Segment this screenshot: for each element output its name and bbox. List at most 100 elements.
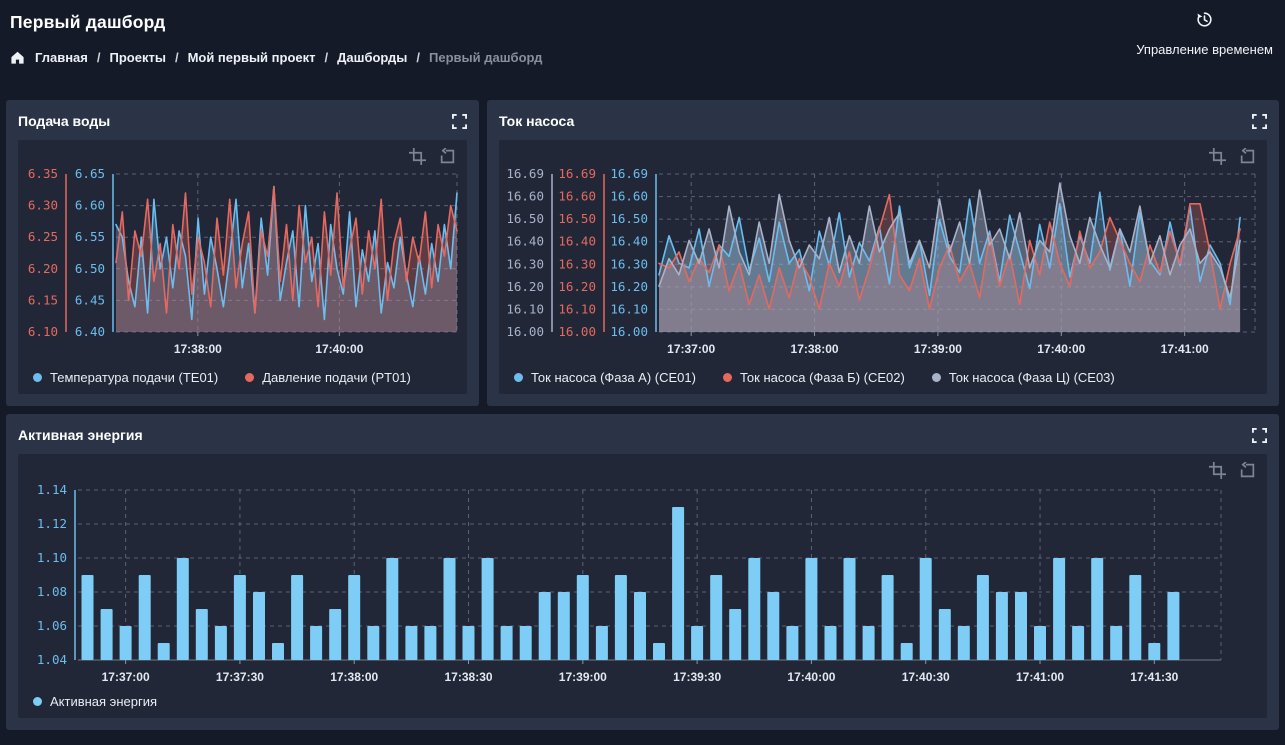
svg-text:17:40:00: 17:40:00 [315,342,363,356]
zoom-reset-icon[interactable] [1239,462,1256,479]
breadcrumb-separator: / [325,50,329,65]
svg-text:16.10: 16.10 [610,301,648,316]
panel-header: Подача воды [6,100,479,140]
panel-water-supply: Подача воды 17:38:0017:40:006.356.306.25… [6,100,479,406]
breadcrumb: Главная / Проекты / Мой первый проект / … [10,50,1275,65]
svg-text:16.50: 16.50 [558,211,596,226]
chart-toolbox [1209,462,1256,479]
legend-item[interactable]: Ток насоса (Фаза А) (CE01) [514,370,696,385]
panels-row-2: Активная энергия 17:37:0017:37:3017:38:0… [6,414,1279,730]
svg-text:16.30: 16.30 [558,256,596,271]
breadcrumb-item-home[interactable]: Главная [35,50,88,65]
svg-text:16.69: 16.69 [558,166,596,181]
svg-text:1.14: 1.14 [37,482,67,497]
legend-label: Температура подачи (TE01) [50,370,218,385]
panel-active-energy: Активная энергия 17:37:0017:37:3017:38:0… [6,414,1279,730]
line-chart-water[interactable]: 17:38:0017:40:006.356.306.256.206.156.10… [18,166,467,367]
legend-item[interactable]: Ток насоса (Фаза Б) (CE02) [723,370,905,385]
svg-text:6.50: 6.50 [75,261,105,276]
breadcrumb-item-dashboards[interactable]: Дашборды [337,50,407,65]
fullscreen-icon[interactable] [1252,428,1267,443]
legend-label: Ток насоса (Фаза Ц) (CE03) [949,370,1115,385]
svg-text:17:41:00: 17:41:00 [1016,670,1064,684]
svg-text:16.00: 16.00 [506,324,544,339]
chart-toolbox [1209,148,1256,165]
svg-text:16.69: 16.69 [506,166,544,181]
breadcrumb-separator: / [175,50,179,65]
zoom-reset-icon[interactable] [1239,148,1256,165]
svg-text:1.04: 1.04 [37,652,67,667]
legend-item[interactable]: Ток насоса (Фаза Ц) (CE03) [932,370,1115,385]
zoom-select-icon[interactable] [409,148,426,165]
breadcrumb-item-project[interactable]: Мой первый проект [188,50,316,65]
fullscreen-icon[interactable] [1252,114,1267,129]
breadcrumb-item-projects[interactable]: Проекты [110,50,166,65]
svg-text:16.30: 16.30 [506,256,544,271]
svg-text:6.55: 6.55 [75,229,105,244]
svg-text:16.69: 16.69 [610,166,648,181]
legend-dot-icon [33,697,42,706]
panel-title: Активная энергия [18,427,143,443]
fullscreen-icon[interactable] [452,114,467,129]
legend-label: Ток насоса (Фаза А) (CE01) [531,370,696,385]
legend-dot-icon [33,373,42,382]
svg-text:6.40: 6.40 [75,324,105,339]
svg-text:1.12: 1.12 [37,516,67,531]
legend-item[interactable]: Давление подачи (PT01) [245,370,411,385]
svg-text:17:39:00: 17:39:00 [559,670,607,684]
panel-header: Активная энергия [6,414,1279,454]
chart-legend: Активная энергия [33,694,157,709]
svg-text:16.30: 16.30 [610,256,648,271]
line-chart-pump[interactable]: 17:37:0017:38:0017:39:0017:40:0017:41:00… [499,166,1267,367]
svg-text:1.08: 1.08 [37,584,67,599]
svg-text:17:41:30: 17:41:30 [1130,670,1178,684]
svg-text:6.25: 6.25 [28,229,58,244]
svg-text:6.15: 6.15 [28,292,58,307]
legend-label: Давление подачи (PT01) [262,370,411,385]
chart-legend: Ток насоса (Фаза А) (CE01) Ток насоса (Фа… [514,370,1115,385]
svg-text:17:37:00: 17:37:00 [667,342,715,356]
legend-item[interactable]: Температура подачи (TE01) [33,370,218,385]
chart-legend: Температура подачи (TE01) Давление подачи… [33,370,411,385]
time-management-label: Управление временем [1136,42,1273,57]
bar-chart-energy[interactable]: 17:37:0017:37:3017:38:0017:38:3017:39:00… [18,480,1267,695]
legend-label: Ток насоса (Фаза Б) (CE02) [740,370,905,385]
svg-text:17:40:00: 17:40:00 [1037,342,1085,356]
svg-text:17:37:30: 17:37:30 [216,670,264,684]
legend-item[interactable]: Активная энергия [33,694,157,709]
svg-text:17:40:30: 17:40:30 [902,670,950,684]
panel-pump-current: Ток насоса 17:37:0017:38:0017:39:0017:40… [487,100,1279,406]
svg-text:16.00: 16.00 [610,324,648,339]
svg-text:6.10: 6.10 [28,324,58,339]
svg-text:1.06: 1.06 [37,618,67,633]
legend-dot-icon [723,373,732,382]
zoom-select-icon[interactable] [1209,148,1226,165]
home-icon[interactable] [10,50,25,65]
svg-text:17:39:30: 17:39:30 [673,670,721,684]
breadcrumb-separator: / [97,50,101,65]
svg-text:6.45: 6.45 [75,292,105,307]
chart-container-pump: 17:37:0017:38:0017:39:0017:40:0017:41:00… [499,140,1267,394]
svg-text:17:38:00: 17:38:00 [330,670,378,684]
svg-text:17:38:00: 17:38:00 [174,342,222,356]
breadcrumb-separator: / [416,50,420,65]
chart-container-water: 17:38:0017:40:006.356.306.256.206.156.10… [18,140,467,394]
svg-text:6.65: 6.65 [75,166,105,181]
svg-text:16.50: 16.50 [610,211,648,226]
svg-text:17:38:00: 17:38:00 [791,342,839,356]
app-header: Первый дашборд Главная / Проекты / Мой п… [6,0,1279,100]
panels-row-1: Подача воды 17:38:0017:40:006.356.306.25… [6,100,1279,406]
zoom-select-icon[interactable] [1209,462,1226,479]
svg-text:16.20: 16.20 [506,279,544,294]
svg-text:17:39:00: 17:39:00 [914,342,962,356]
time-management-button[interactable]: Управление временем [1136,10,1273,57]
history-icon [1195,10,1214,34]
svg-text:17:38:30: 17:38:30 [445,670,493,684]
svg-text:16.00: 16.00 [558,324,596,339]
chart-toolbox [409,148,456,165]
zoom-reset-icon[interactable] [439,148,456,165]
svg-text:16.10: 16.10 [558,301,596,316]
svg-text:16.60: 16.60 [610,189,648,204]
dashboard-page: Первый дашборд Главная / Проекты / Мой п… [0,0,1285,745]
svg-text:16.20: 16.20 [558,279,596,294]
